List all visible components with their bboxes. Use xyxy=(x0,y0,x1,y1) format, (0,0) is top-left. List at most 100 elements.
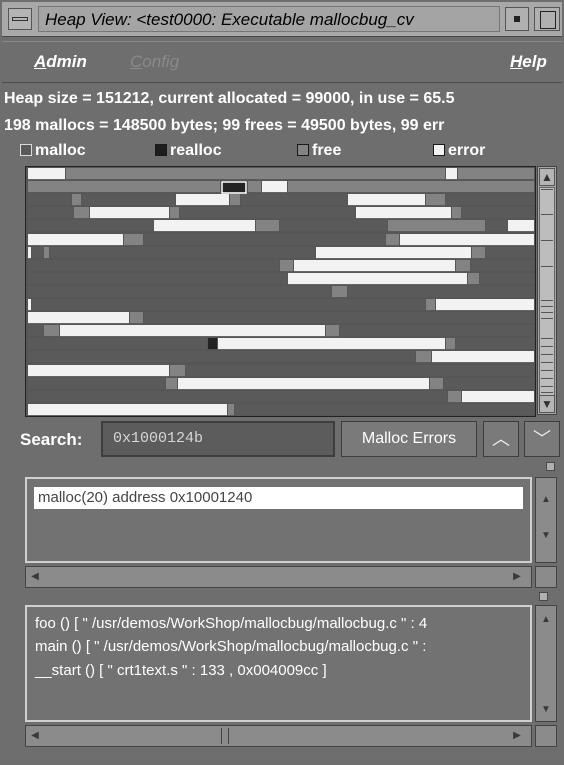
pane-sash-handle[interactable] xyxy=(546,462,555,471)
stack-frame[interactable]: foo () [ " /usr/demos/WorkShop/mallocbug… xyxy=(35,615,427,632)
heap-block[interactable] xyxy=(426,299,435,311)
search-previous-button[interactable]: ︿ xyxy=(483,421,519,457)
heap-block[interactable] xyxy=(508,220,534,232)
heap-block[interactable] xyxy=(486,220,507,232)
heap-block[interactable] xyxy=(144,312,534,324)
heap-block[interactable] xyxy=(170,365,185,377)
heap-block[interactable] xyxy=(50,247,315,259)
heap-block[interactable] xyxy=(60,325,325,337)
heap-block[interactable] xyxy=(430,378,443,390)
stack-frame[interactable]: main () [ " /usr/demos/WorkShop/mallocbu… xyxy=(35,638,426,655)
heap-block[interactable] xyxy=(288,181,534,193)
heap-block[interactable] xyxy=(32,299,425,311)
heap-block[interactable] xyxy=(294,260,455,272)
heap-block[interactable] xyxy=(72,194,81,206)
heap-block[interactable] xyxy=(332,286,347,298)
heap-block[interactable] xyxy=(218,338,445,350)
heap-block[interactable] xyxy=(280,220,387,232)
heap-block[interactable] xyxy=(28,391,447,403)
scroll-down-icon[interactable]: ▼ xyxy=(538,528,554,544)
heap-block[interactable] xyxy=(230,194,240,206)
heap-block[interactable] xyxy=(386,234,399,246)
heap-block[interactable] xyxy=(90,207,169,219)
heap-block[interactable] xyxy=(170,207,179,219)
heap-block[interactable] xyxy=(44,247,49,259)
scroll-thumb[interactable] xyxy=(539,187,555,397)
heap-block[interactable] xyxy=(432,351,534,363)
scroll-left-icon[interactable]: ◀ xyxy=(28,728,42,744)
call-stack-panel[interactable]: foo () [ " /usr/demos/WorkShop/mallocbug… xyxy=(25,605,532,722)
heap-block[interactable] xyxy=(472,247,485,259)
heap-block[interactable] xyxy=(416,351,431,363)
heap-block[interactable] xyxy=(28,168,65,180)
malloc-list[interactable]: malloc(20) address 0x10001240 xyxy=(25,477,532,563)
heap-block[interactable] xyxy=(388,220,485,232)
heap-block[interactable] xyxy=(178,378,429,390)
scroll-up-icon[interactable]: ▲ xyxy=(538,612,554,628)
trace-horizontal-scrollbar[interactable]: ◀ ▶ xyxy=(25,725,532,747)
heap-map-canvas[interactable] xyxy=(26,167,535,416)
heap-block[interactable] xyxy=(262,181,287,193)
list-horizontal-scrollbar[interactable]: ◀ ▶ xyxy=(25,566,532,588)
heap-block[interactable] xyxy=(348,286,534,298)
heap-block[interactable] xyxy=(28,378,165,390)
heap-map-scrollbar[interactable]: ▲ ▼ xyxy=(537,166,557,415)
heap-block[interactable] xyxy=(28,220,153,232)
heap-block[interactable] xyxy=(228,404,234,416)
scroll-down-icon[interactable]: ▼ xyxy=(539,395,555,413)
heap-block[interactable] xyxy=(280,260,293,272)
minimize-button[interactable] xyxy=(505,7,529,31)
heap-block[interactable] xyxy=(28,338,207,350)
list-vertical-scrollbar[interactable]: ▲ ▼ xyxy=(535,477,557,563)
heap-block[interactable] xyxy=(241,194,347,206)
heap-block[interactable] xyxy=(316,247,471,259)
heap-block[interactable] xyxy=(28,286,331,298)
heap-block[interactable] xyxy=(166,378,177,390)
heap-block[interactable] xyxy=(144,234,385,246)
heap-block[interactable] xyxy=(340,325,534,337)
heap-block[interactable] xyxy=(124,234,143,246)
heap-block[interactable] xyxy=(82,194,175,206)
heap-block[interactable] xyxy=(426,194,445,206)
heap-block[interactable] xyxy=(458,168,534,180)
scroll-up-icon[interactable]: ▲ xyxy=(538,492,554,508)
heap-block[interactable] xyxy=(348,194,425,206)
heap-block[interactable] xyxy=(74,207,89,219)
heap-block[interactable] xyxy=(446,338,455,350)
heap-map[interactable] xyxy=(25,166,536,417)
heap-block[interactable] xyxy=(28,299,31,311)
stack-frame[interactable]: __start () [ " crt1text.s " : 133 , 0x00… xyxy=(35,662,327,679)
menu-help[interactable]: Help xyxy=(510,52,547,72)
menu-admin[interactable]: Admin xyxy=(34,52,87,72)
heap-block[interactable] xyxy=(28,234,123,246)
heap-block[interactable] xyxy=(176,194,229,206)
heap-block[interactable] xyxy=(130,312,143,324)
scroll-right-icon[interactable]: ▶ xyxy=(510,569,524,585)
heap-block[interactable] xyxy=(288,273,467,285)
heap-block[interactable] xyxy=(28,312,129,324)
heap-block[interactable] xyxy=(28,325,43,337)
heap-block[interactable] xyxy=(28,404,227,416)
title-bar[interactable]: Heap View: <test0000: Executable mallocb… xyxy=(2,2,562,37)
heap-block[interactable] xyxy=(66,168,445,180)
scroll-thumb[interactable] xyxy=(221,728,229,744)
trace-vertical-scrollbar[interactable]: ▲ ▼ xyxy=(535,605,557,722)
malloc-errors-button[interactable]: Malloc Errors xyxy=(341,421,477,457)
heap-block[interactable] xyxy=(468,273,479,285)
heap-block[interactable] xyxy=(471,260,534,272)
heap-block[interactable] xyxy=(28,365,169,377)
pane-sash-handle[interactable] xyxy=(539,592,548,601)
heap-block[interactable] xyxy=(28,207,73,219)
heap-block[interactable] xyxy=(28,351,415,363)
heap-block[interactable] xyxy=(28,247,31,259)
list-item[interactable]: malloc(20) address 0x10001240 xyxy=(34,487,523,509)
heap-block[interactable] xyxy=(400,234,534,246)
heap-block[interactable] xyxy=(448,391,461,403)
heap-block[interactable] xyxy=(28,194,71,206)
heap-block[interactable] xyxy=(456,260,470,272)
heap-block[interactable] xyxy=(486,247,534,259)
maximize-button[interactable] xyxy=(534,7,560,31)
scroll-right-icon[interactable]: ▶ xyxy=(510,728,524,744)
heap-block[interactable] xyxy=(446,194,534,206)
heap-block[interactable] xyxy=(208,338,217,350)
